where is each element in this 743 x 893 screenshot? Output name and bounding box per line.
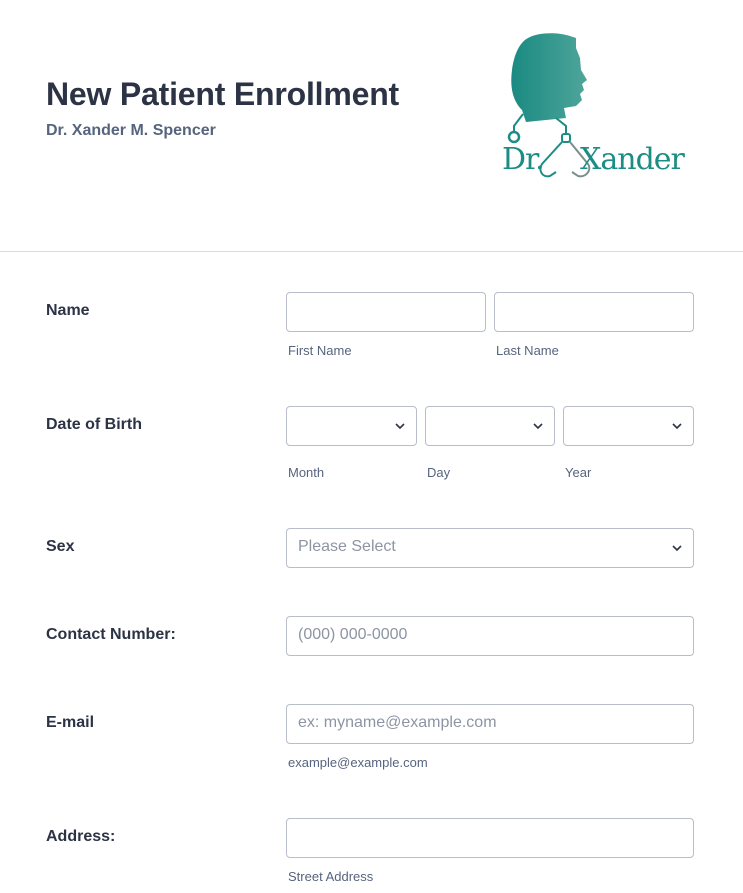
page-subtitle: Dr. Xander M. Spencer bbox=[46, 122, 216, 139]
dob-year-select[interactable] bbox=[563, 406, 694, 446]
dob-day-sublabel: Day bbox=[427, 465, 451, 480]
sex-select-placeholder: Please Select bbox=[298, 538, 396, 555]
name-label: Name bbox=[46, 302, 90, 319]
chevron-down-icon bbox=[672, 545, 682, 552]
chevron-down-icon bbox=[672, 423, 682, 430]
contact-label: Contact Number: bbox=[46, 626, 176, 643]
email-sublabel: example@example.com bbox=[288, 755, 428, 770]
email-label: E-mail bbox=[46, 714, 95, 731]
contact-number-placeholder: (000) 000-0000 bbox=[298, 626, 408, 643]
street-address-input[interactable] bbox=[286, 818, 694, 858]
logo-wordmark-dr: Dr. bbox=[502, 142, 545, 177]
sex-label: Sex bbox=[46, 538, 75, 555]
email-input[interactable]: ex: myname@example.com bbox=[286, 704, 694, 744]
logo-wordmark-name: Xander bbox=[580, 142, 685, 177]
dob-day-select[interactable] bbox=[425, 406, 555, 446]
dob-year-sublabel: Year bbox=[565, 465, 592, 480]
contact-number-input[interactable]: (000) 000-0000 bbox=[286, 616, 694, 656]
sex-select[interactable]: Please Select bbox=[286, 528, 694, 568]
chevron-down-icon bbox=[533, 423, 543, 430]
dob-month-sublabel: Month bbox=[288, 465, 325, 480]
dob-month-select[interactable] bbox=[286, 406, 417, 446]
dob-label: Date of Birth bbox=[46, 416, 142, 433]
chevron-down-icon bbox=[395, 423, 405, 430]
first-name-input[interactable] bbox=[286, 292, 486, 332]
street-address-sublabel: Street Address bbox=[288, 869, 374, 884]
first-name-sublabel: First Name bbox=[288, 343, 352, 358]
form-header: New Patient Enrollment Dr. Xander M. Spe… bbox=[0, 0, 743, 252]
address-label: Address: bbox=[46, 828, 116, 845]
last-name-input[interactable] bbox=[494, 292, 694, 332]
doctor-logo: Dr. Xander bbox=[498, 30, 688, 186]
last-name-sublabel: Last Name bbox=[496, 343, 559, 358]
email-placeholder: ex: myname@example.com bbox=[298, 714, 497, 731]
page-title: New Patient Enrollment bbox=[46, 76, 399, 112]
